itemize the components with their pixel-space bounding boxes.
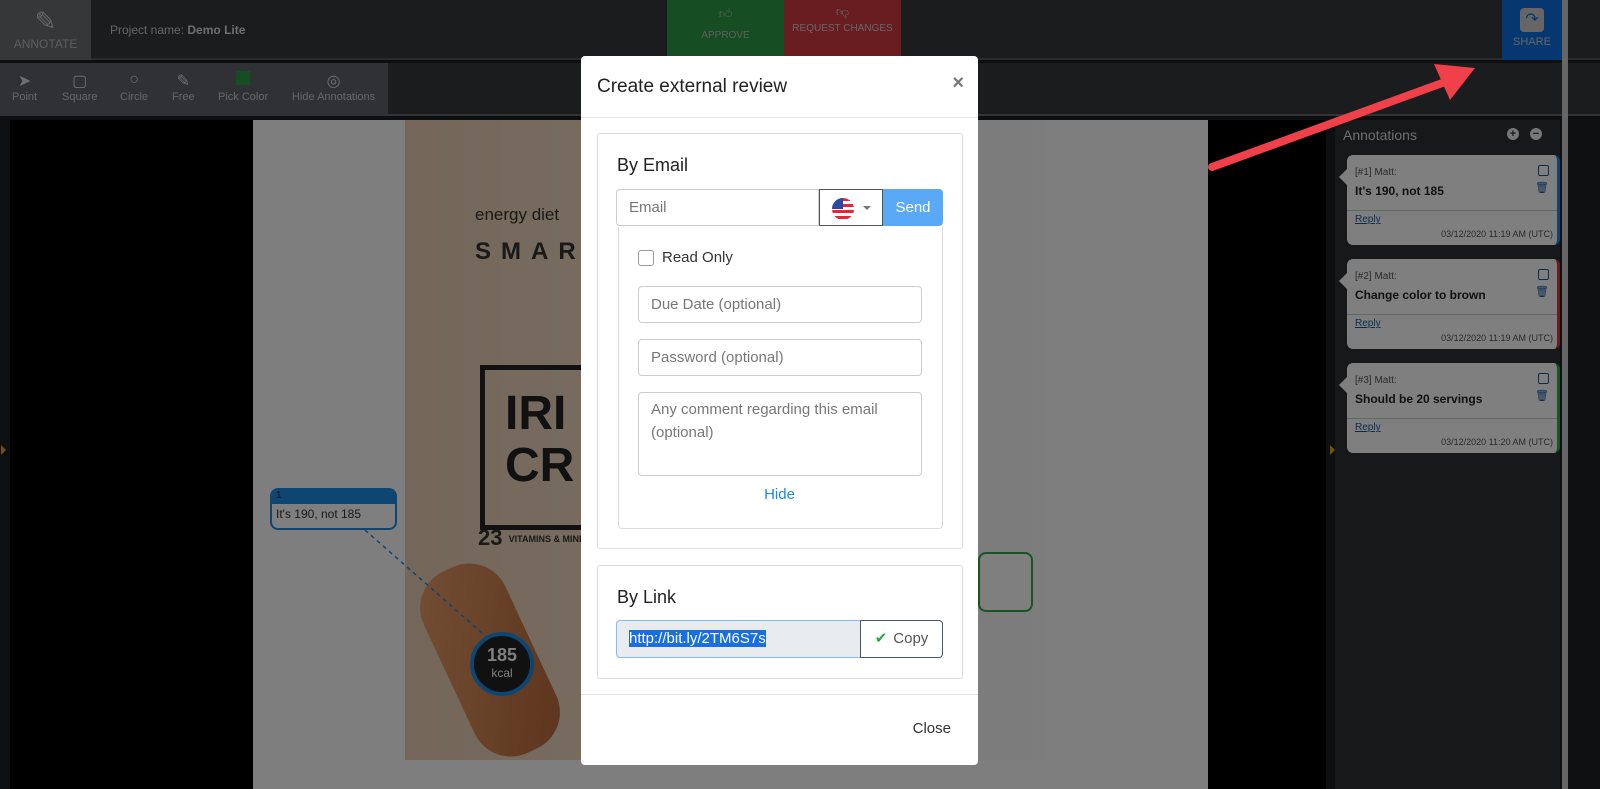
caret-down-icon [863, 206, 871, 214]
modal-title: Create external review [597, 76, 788, 97]
create-external-review-modal: Create external review × By Email Email … [581, 56, 978, 765]
by-link-heading: By Link [617, 587, 677, 607]
check-icon: ✔ [874, 630, 888, 647]
link-input[interactable]: http://bit.ly/2TM6S7s [616, 620, 861, 658]
send-button[interactable]: Send [883, 189, 943, 226]
comment-textarea[interactable]: Any comment regarding this email (option… [638, 392, 922, 476]
close-button[interactable]: Close [913, 720, 951, 737]
password-input[interactable]: Password (optional) [638, 339, 922, 376]
email-options [618, 227, 943, 529]
due-date-input[interactable]: Due Date (optional) [638, 286, 922, 323]
copy-button[interactable]: ✔ Copy [860, 620, 943, 658]
close-icon[interactable]: × [952, 72, 964, 95]
email-input[interactable]: Email [616, 189, 819, 226]
read-only-checkbox[interactable] [638, 250, 654, 266]
read-only-label: Read Only [662, 249, 733, 266]
hide-link[interactable]: Hide [581, 486, 978, 503]
us-flag-icon [832, 198, 854, 220]
by-email-heading: By Email [617, 155, 689, 175]
country-select[interactable] [819, 189, 883, 226]
